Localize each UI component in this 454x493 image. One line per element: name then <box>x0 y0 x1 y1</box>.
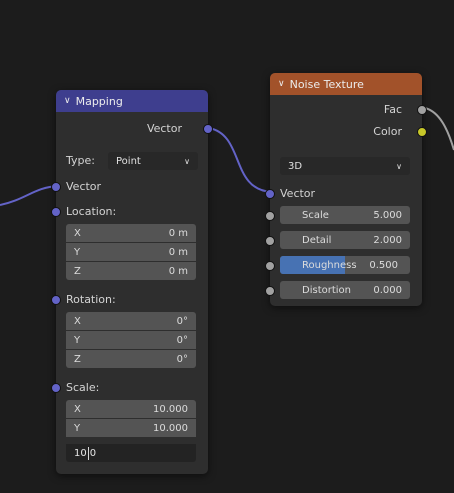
noise-scale-field[interactable]: Scale 5.000 <box>280 206 410 224</box>
text-cursor <box>87 446 89 460</box>
fac-output-socket[interactable] <box>417 105 427 115</box>
roughness-input-socket[interactable] <box>265 261 275 271</box>
link-incoming-vector <box>0 185 59 206</box>
color-output-socket[interactable] <box>417 127 427 137</box>
scale-z-text-after: 0 <box>89 447 97 459</box>
rotation-y-field[interactable]: Y 0° <box>66 331 196 349</box>
location-y-value: 0 m <box>168 246 188 258</box>
noise-scale-value: 5.000 <box>373 209 402 221</box>
rotation-x-axis: X <box>74 315 81 327</box>
location-y-axis: Y <box>74 246 81 258</box>
fac-output-row: Fac <box>270 99 427 119</box>
color-output-label: Color <box>373 124 402 138</box>
detail-input-socket[interactable] <box>265 236 275 246</box>
type-value: Point <box>116 155 141 167</box>
collapse-chevron-icon[interactable]: ∨ <box>64 96 71 106</box>
rotation-z-axis: Z <box>74 353 81 365</box>
location-x-value: 0 m <box>168 227 188 239</box>
rotation-row: Rotation: <box>51 289 208 309</box>
noise-roughness-value: 0.500 <box>369 259 398 271</box>
output-vector-label: Vector <box>146 121 182 135</box>
rotation-socket[interactable] <box>51 295 61 305</box>
dimensions-value: 3D <box>288 160 303 172</box>
mapping-node-title: Mapping <box>75 94 123 108</box>
scale-z-edit-field[interactable]: 10 0 <box>66 444 196 462</box>
rotation-label: Rotation: <box>66 292 116 306</box>
noise-node-header[interactable]: ∨ Noise Texture <box>270 73 422 95</box>
scale-y-axis: Y <box>74 422 81 434</box>
noise-texture-node[interactable]: ∨ Noise Texture Fac Color 3D ∨ Vector Sc… <box>265 73 427 306</box>
link-mapping-to-noise <box>208 127 273 193</box>
scale-x-axis: X <box>74 403 81 415</box>
input-vector-socket[interactable] <box>51 182 61 192</box>
rotation-z-field[interactable]: Z 0° <box>66 350 196 368</box>
rotation-y-axis: Y <box>74 334 81 346</box>
noise-node-title: Noise Texture <box>289 77 364 91</box>
distortion-input-socket[interactable] <box>265 286 275 296</box>
noise-scale-label: Scale <box>302 209 329 221</box>
scale-socket[interactable] <box>51 383 61 393</box>
rotation-y-value: 0° <box>176 334 188 346</box>
scale-y-value: 10.000 <box>153 422 188 434</box>
rotation-x-value: 0° <box>176 315 188 327</box>
noise-distortion-field[interactable]: Distortion 0.000 <box>280 281 410 299</box>
dimensions-dropdown[interactable]: 3D ∨ <box>280 157 410 175</box>
rotation-z-value: 0° <box>176 353 188 365</box>
type-label: Type: <box>66 154 95 167</box>
noise-input-vector-socket[interactable] <box>265 189 275 199</box>
type-dropdown[interactable]: Point ∨ <box>108 152 198 170</box>
location-y-field[interactable]: Y 0 m <box>66 243 196 261</box>
color-output-row: Color <box>270 121 427 141</box>
mapping-node[interactable]: ∨ Mapping Vector Type: Point ∨ Vector Lo… <box>51 90 213 474</box>
collapse-chevron-icon[interactable]: ∨ <box>278 79 285 89</box>
scale-label: Scale: <box>66 380 100 394</box>
scale-row: Scale: <box>51 377 208 397</box>
scale-z-text-before: 10 <box>74 447 87 459</box>
location-socket[interactable] <box>51 207 61 217</box>
node-editor-canvas[interactable]: ∨ Mapping Vector Type: Point ∨ Vector Lo… <box>0 0 454 493</box>
noise-detail-value: 2.000 <box>373 234 402 246</box>
noise-distortion-label: Distortion <box>302 284 351 296</box>
mapping-node-header[interactable]: ∨ Mapping <box>56 90 208 112</box>
noise-detail-field[interactable]: Detail 2.000 <box>280 231 410 249</box>
scale-x-value: 10.000 <box>153 403 188 415</box>
chevron-down-icon: ∨ <box>184 156 190 166</box>
noise-roughness-slider[interactable]: Roughness 0.500 <box>280 256 410 274</box>
input-vector-label: Vector <box>66 179 102 193</box>
noise-input-vector-row: Vector <box>265 183 422 203</box>
noise-input-vector-label: Vector <box>280 186 316 200</box>
link-fac-out <box>424 107 454 151</box>
scale-x-field[interactable]: X 10.000 <box>66 400 196 418</box>
location-z-axis: Z <box>74 265 81 277</box>
mapping-output-vector-row: Vector <box>56 118 213 138</box>
noise-roughness-label: Roughness <box>302 259 357 271</box>
location-row: Location: <box>51 201 208 221</box>
fac-output-label: Fac <box>383 102 402 116</box>
input-vector-row: Vector <box>51 176 208 196</box>
location-label: Location: <box>66 204 117 218</box>
scale-y-field[interactable]: Y 10.000 <box>66 419 196 437</box>
rotation-x-field[interactable]: X 0° <box>66 312 196 330</box>
location-x-field[interactable]: X 0 m <box>66 224 196 242</box>
output-vector-socket[interactable] <box>203 124 213 134</box>
noise-distortion-value: 0.000 <box>373 284 402 296</box>
location-z-field[interactable]: Z 0 m <box>66 262 196 280</box>
location-x-axis: X <box>74 227 81 239</box>
location-z-value: 0 m <box>168 265 188 277</box>
scale-input-socket[interactable] <box>265 211 275 221</box>
dropdown-arrow-icon: ∨ <box>396 161 402 171</box>
noise-detail-label: Detail <box>302 234 332 246</box>
